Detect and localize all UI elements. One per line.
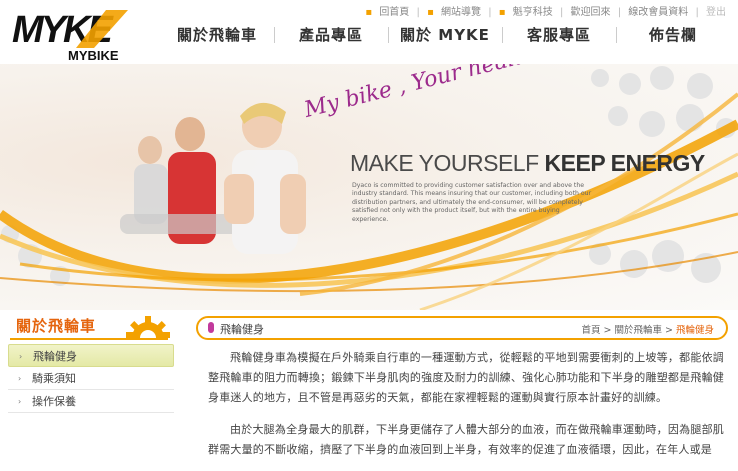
nav-about-myke[interactable]: 關於 MYKE xyxy=(388,24,502,45)
cyclists-photo xyxy=(120,102,306,254)
banner-slogan: MAKE YOURSELF KEEP ENERGY xyxy=(350,150,705,177)
breadcrumb-sep: > xyxy=(600,325,615,336)
nav-customer-service[interactable]: 客服專區 xyxy=(502,24,616,45)
util-welcome-text: 歡迎回來 xyxy=(570,7,611,18)
sidebar: 關於飛輪車 › 飛輪健身 › 騎乘須知 › 操作保養 xyxy=(8,310,174,413)
util-company-link[interactable]: 魁亨科技 xyxy=(513,7,553,18)
arrow-right-icon: › xyxy=(19,352,23,361)
slogan-part2: KEEP ENERGY xyxy=(544,150,706,176)
hero-banner: My bike , Your health MAKE YOURSELF KEEP… xyxy=(0,64,738,310)
util-sitemap-link[interactable]: 網站導覽 xyxy=(441,7,481,18)
sidebar-title: 關於飛輪車 xyxy=(8,310,174,340)
banner-description: Dyaco is committed to providing customer… xyxy=(352,182,592,223)
body-paragraph: 飛輪健身車為模擬在戶外騎乘自行車的一種運動方式，從輕鬆的平地到需要衝刺的上坡等，… xyxy=(208,351,724,404)
sidebar-title-text: 關於飛輪車 xyxy=(16,317,97,335)
nav-bulletin[interactable]: 佈告欄 xyxy=(616,24,730,45)
sidebar-item-riding-notes[interactable]: › 騎乘須知 xyxy=(8,367,174,390)
nav-about-spinbike[interactable]: 關於飛輪車 xyxy=(160,24,274,45)
sidebar-title-underline xyxy=(10,338,168,340)
sidebar-item-maintenance[interactable]: › 操作保養 xyxy=(8,390,174,413)
main-nav: 關於飛輪車 產品專區 關於 MYKE 客服專區 佈告欄 xyxy=(160,22,730,46)
section-header-bar: 飛輪健身 首頁 > 關於飛輪車 > 飛輪健身 xyxy=(196,316,728,340)
svg-text:MYBIKE: MYBIKE xyxy=(68,48,119,63)
breadcrumb: 首頁 > 關於飛輪車 > 飛輪健身 xyxy=(581,322,714,336)
util-home-link[interactable]: 回首頁 xyxy=(379,7,409,18)
site-header: MYKE MYBIKE ▪ 回首頁 | ▪ 網站導覽 | ▪ 魁亨科技 | 歡迎… xyxy=(0,0,738,64)
breadcrumb-parent[interactable]: 關於飛輪車 xyxy=(614,325,662,336)
gear-icon xyxy=(126,316,170,338)
nav-products[interactable]: 產品專區 xyxy=(274,24,388,45)
breadcrumb-current: 飛輪健身 xyxy=(675,325,714,336)
util-edit-member-link[interactable]: 線改會員資料 xyxy=(628,7,688,18)
sidebar-item-label: 飛輪健身 xyxy=(33,350,77,363)
sidebar-item-label: 騎乘須知 xyxy=(32,372,76,385)
sidebar-item-spin-fitness[interactable]: › 飛輪健身 xyxy=(8,344,174,367)
arrow-right-icon: › xyxy=(18,374,22,383)
sidebar-item-label: 操作保養 xyxy=(32,395,76,408)
main-content: 飛輪健身 首頁 > 關於飛輪車 > 飛輪健身 飛輪健身車為模擬在戶外騎乘自行車的… xyxy=(196,316,728,460)
breadcrumb-home[interactable]: 首頁 xyxy=(581,325,600,336)
section-title: 飛輪健身 xyxy=(220,323,264,336)
myke-logo[interactable]: MYKE MYBIKE xyxy=(10,4,160,64)
arrow-right-icon: › xyxy=(18,397,22,406)
utility-links: ▪ 回首頁 | ▪ 網站導覽 | ▪ 魁亨科技 | 歡迎回來 | 線改會員資料 … xyxy=(365,7,726,18)
body-paragraph: 由於大腿為全身最大的肌群，下半身更儲存了人體大部分的血液，而在做飛輪車運動時，因… xyxy=(208,423,724,456)
util-logout-link[interactable]: 登出 xyxy=(706,7,726,18)
pin-icon xyxy=(208,322,214,333)
breadcrumb-sep: > xyxy=(661,325,676,336)
slogan-part1: MAKE YOURSELF xyxy=(350,150,545,176)
